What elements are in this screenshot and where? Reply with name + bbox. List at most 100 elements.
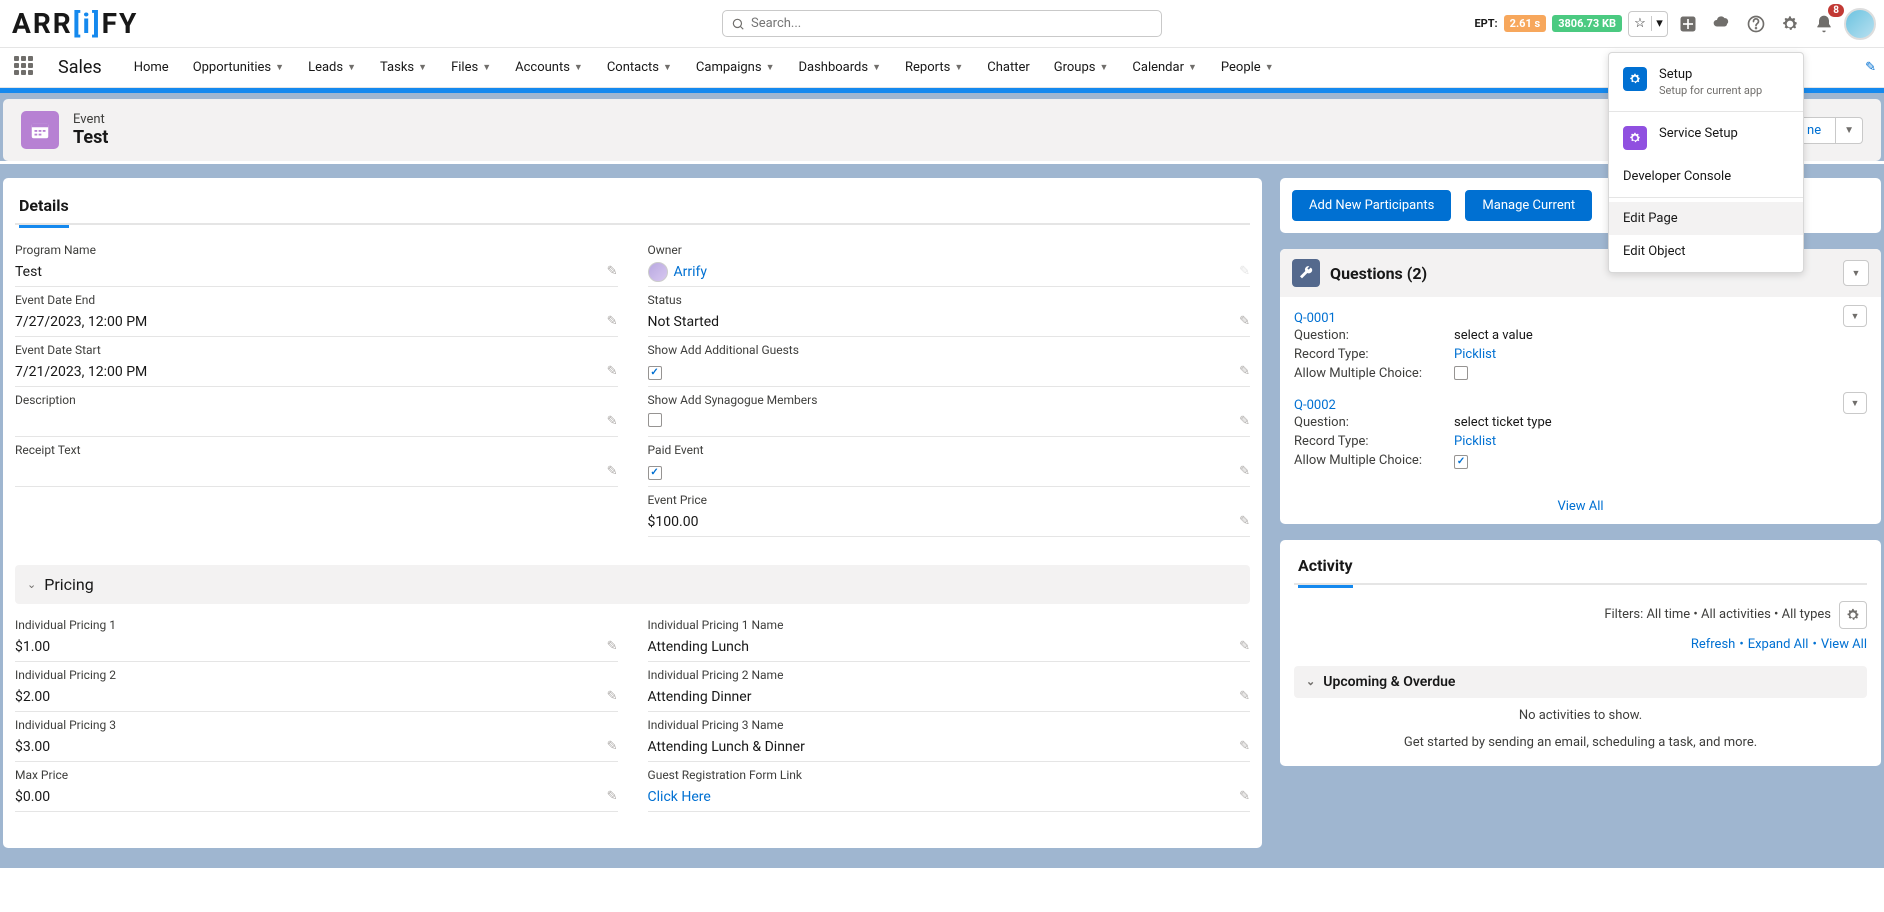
- pencil-icon[interactable]: ✎: [607, 789, 618, 804]
- field-label: Individual Pricing 3: [15, 718, 618, 732]
- setup-menu-edit-object[interactable]: Edit Object: [1609, 235, 1803, 268]
- field-label: Program Name: [15, 243, 618, 257]
- questions-title[interactable]: Questions (2): [1330, 264, 1427, 283]
- question-link[interactable]: Q-0002: [1294, 398, 1336, 413]
- chevron-down-icon: ▼: [1099, 62, 1108, 73]
- chevron-down-icon: ▼: [482, 62, 491, 73]
- pencil-icon[interactable]: ✎: [607, 689, 618, 704]
- add-button[interactable]: [1674, 10, 1702, 38]
- field-value: 7/21/2023, 12:00 PM: [15, 364, 607, 380]
- nav-groups[interactable]: Groups▼: [1052, 50, 1111, 85]
- details-tab[interactable]: Details: [19, 196, 69, 228]
- view-all-link[interactable]: View All: [1821, 637, 1867, 652]
- nav-reports[interactable]: Reports▼: [903, 50, 965, 85]
- pencil-icon[interactable]: ✎: [1239, 689, 1250, 704]
- expand-all-link[interactable]: Expand All: [1748, 637, 1809, 652]
- notification-count: 8: [1828, 4, 1844, 17]
- nav-campaigns[interactable]: Campaigns▼: [694, 50, 777, 85]
- pencil-icon[interactable]: ✎: [607, 314, 618, 329]
- manage-current-button[interactable]: Manage Current: [1465, 190, 1592, 221]
- record-type-link[interactable]: Picklist: [1454, 434, 1496, 449]
- pencil-icon[interactable]: ✎: [607, 414, 618, 429]
- question-item-menu[interactable]: ▼: [1843, 392, 1867, 414]
- nav-opportunities[interactable]: Opportunities▼: [191, 50, 286, 85]
- nav-files[interactable]: Files▼: [449, 50, 493, 85]
- pencil-icon[interactable]: ✎: [1239, 789, 1250, 804]
- field-value: $100.00: [648, 514, 1240, 530]
- chevron-down-icon: ▼: [872, 62, 881, 73]
- form-link[interactable]: Click Here: [648, 789, 711, 805]
- question-item-menu[interactable]: ▼: [1843, 305, 1867, 327]
- pencil-icon[interactable]: ✎: [1239, 514, 1250, 529]
- record-action-dropdown[interactable]: ▼: [1836, 117, 1863, 144]
- field-label: Description: [15, 393, 618, 407]
- activity-filters-text: Filters: All time • All activities • All…: [1604, 607, 1831, 622]
- field-value: Arrify: [648, 262, 1240, 282]
- pencil-icon[interactable]: ✎: [607, 639, 618, 654]
- add-participants-button[interactable]: Add New Participants: [1292, 190, 1451, 221]
- questions-menu-button[interactable]: ▼: [1843, 260, 1869, 286]
- nav-accounts[interactable]: Accounts▼: [513, 50, 585, 85]
- app-launcher-icon[interactable]: [14, 56, 38, 80]
- pencil-icon[interactable]: ✎: [607, 464, 618, 479]
- field-label: Event Date End: [15, 293, 618, 307]
- owner-link[interactable]: Arrify: [674, 264, 708, 280]
- refresh-link[interactable]: Refresh: [1691, 637, 1735, 652]
- activity-tab[interactable]: Activity: [1298, 556, 1353, 588]
- record-header: Event Test ne ▼: [3, 99, 1881, 161]
- nav-contacts[interactable]: Contacts▼: [605, 50, 674, 85]
- app-logo: ARR[i]FY: [8, 7, 138, 40]
- nav-chatter[interactable]: Chatter: [985, 50, 1032, 85]
- pencil-icon[interactable]: ✎: [1239, 414, 1250, 429]
- pencil-icon[interactable]: ✎: [607, 739, 618, 754]
- checkbox: [648, 413, 662, 427]
- global-header: ARR[i]FY EPT: 2.61 s 3806.73 KB ☆ ▾ 8 Se…: [0, 0, 1884, 48]
- chevron-down-icon: ▼: [1265, 62, 1274, 73]
- edit-nav-button[interactable]: ✎: [1865, 60, 1876, 75]
- setup-menu-edit-page[interactable]: Edit Page: [1609, 202, 1803, 235]
- field-label: Guest Registration Form Link: [648, 768, 1251, 782]
- nav-home[interactable]: Home: [132, 50, 171, 85]
- field-label: Show Add Synagogue Members: [648, 393, 1251, 407]
- nav-tasks[interactable]: Tasks▼: [378, 50, 429, 85]
- nav-calendar[interactable]: Calendar▼: [1130, 50, 1199, 85]
- avatar: [648, 262, 668, 282]
- salesforce-help-button[interactable]: [1708, 10, 1736, 38]
- help-button[interactable]: [1742, 10, 1770, 38]
- ept-time-badge: 2.61 s: [1504, 15, 1547, 32]
- nav-dashboards[interactable]: Dashboards▼: [797, 50, 884, 85]
- search-input[interactable]: [751, 16, 1153, 31]
- pencil-icon[interactable]: ✎: [1239, 264, 1250, 279]
- bell-icon: [1814, 14, 1834, 34]
- setup-gear-button[interactable]: [1776, 10, 1804, 38]
- pencil-icon[interactable]: ✎: [1239, 314, 1250, 329]
- question-link[interactable]: Q-0001: [1294, 311, 1336, 326]
- question-icon: [1746, 14, 1766, 34]
- activity-panel: Activity Filters: All time • All activit…: [1280, 540, 1881, 766]
- wrench-icon: [1292, 259, 1320, 287]
- favorites-button[interactable]: ☆ ▾: [1628, 11, 1668, 37]
- field-value: Test: [15, 264, 607, 280]
- setup-menu-service-setup[interactable]: Service Setup: [1609, 116, 1803, 160]
- record-object-label: Event: [73, 112, 108, 127]
- pencil-icon[interactable]: ✎: [1239, 364, 1250, 379]
- pencil-icon[interactable]: ✎: [607, 264, 618, 279]
- pencil-icon[interactable]: ✎: [1239, 639, 1250, 654]
- pricing-section-header[interactable]: ⌄Pricing: [15, 565, 1250, 604]
- view-all-link[interactable]: View All: [1557, 499, 1603, 514]
- setup-menu-dev-console[interactable]: Developer Console: [1609, 160, 1803, 193]
- activity-filter-button[interactable]: [1839, 601, 1867, 629]
- nav-people[interactable]: People▼: [1219, 50, 1276, 85]
- user-avatar[interactable]: [1844, 8, 1876, 40]
- upcoming-section[interactable]: ⌄Upcoming & Overdue: [1294, 666, 1867, 698]
- field-label: Show Add Additional Guests: [648, 343, 1251, 357]
- record-type-link[interactable]: Picklist: [1454, 347, 1496, 362]
- global-search[interactable]: [722, 10, 1162, 37]
- nav-leads[interactable]: Leads▼: [306, 50, 358, 85]
- pencil-icon[interactable]: ✎: [607, 364, 618, 379]
- setup-menu-setup[interactable]: Setup Setup for current app: [1609, 57, 1803, 107]
- star-icon: ☆: [1629, 16, 1651, 31]
- chevron-down-icon: ▼: [347, 62, 356, 73]
- pencil-icon[interactable]: ✎: [1239, 739, 1250, 754]
- pencil-icon[interactable]: ✎: [1239, 464, 1250, 479]
